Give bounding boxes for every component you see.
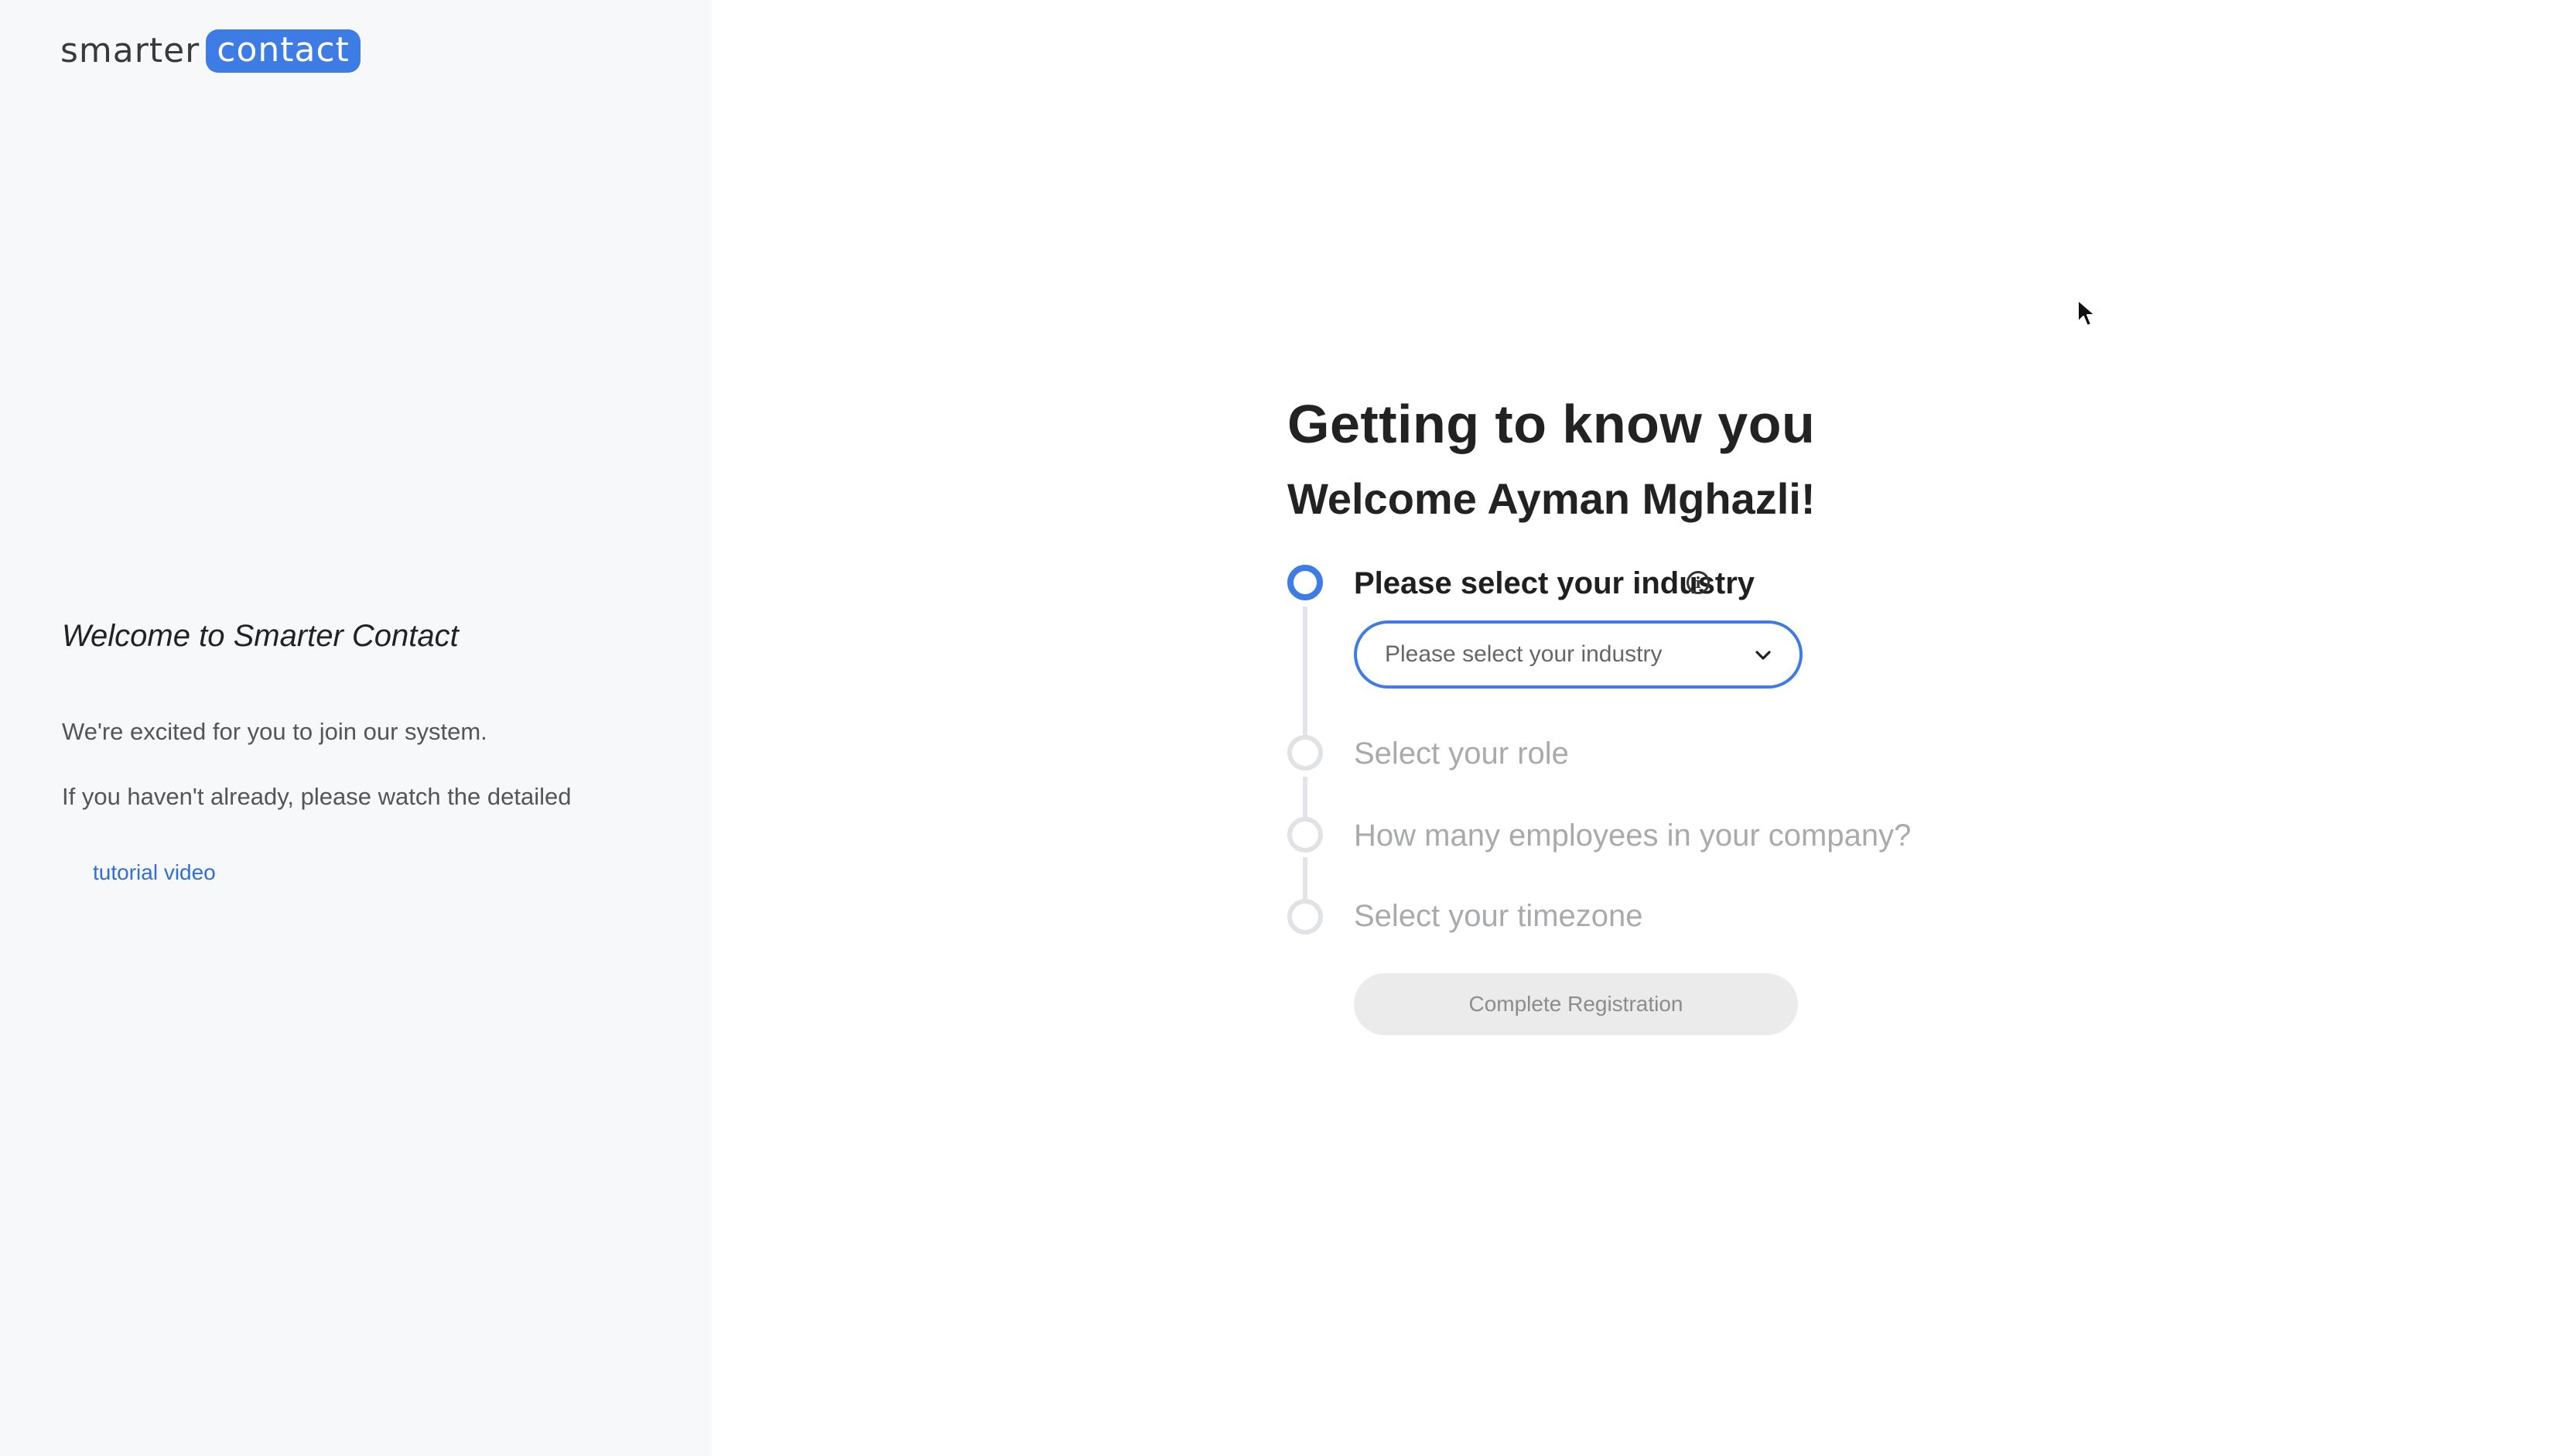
complete-registration-button[interactable]: Complete Registration [1354, 973, 1798, 1035]
step-timezone-indicator [1287, 899, 1323, 935]
sidebar-tutorial-text: If you haven't already, please watch the… [62, 783, 572, 810]
logo-pill: contact [206, 29, 361, 73]
smarter-contact-logo: smarter contact [60, 29, 361, 73]
page-title: Getting to know you [1287, 394, 1816, 454]
stepper-connector [1303, 607, 1307, 746]
step-role-indicator [1287, 735, 1323, 771]
sidebar-intro-text: We're excited for you to join our system… [62, 718, 487, 745]
tutorial-video-link[interactable]: tutorial video [93, 860, 216, 885]
logo-word: smarter [60, 31, 200, 70]
step-employees-indicator [1287, 817, 1323, 853]
industry-select[interactable]: Please select your industry [1354, 620, 1803, 689]
mouse-cursor-icon [2077, 299, 2096, 326]
chevron-down-icon [1755, 651, 1771, 660]
info-icon[interactable]: i [1687, 571, 1710, 594]
step-role-label: Select your role [1354, 737, 1569, 771]
step-employees-label: How many employees in your company? [1354, 819, 1912, 853]
welcome-subtitle: Welcome Ayman Mghazli! [1287, 474, 1816, 523]
main-content: Getting to know you Welcome Ayman Mghazl… [712, 0, 2553, 1456]
sidebar: smarter contact Welcome to Smarter Conta… [0, 0, 712, 1456]
industry-select-placeholder: Please select your industry [1385, 641, 1663, 667]
sidebar-welcome-title: Welcome to Smarter Contact [62, 619, 459, 653]
step-timezone-label: Select your timezone [1354, 899, 1643, 933]
step-industry-indicator [1287, 565, 1323, 600]
registration-page: smarter contact Welcome to Smarter Conta… [0, 0, 2553, 1456]
